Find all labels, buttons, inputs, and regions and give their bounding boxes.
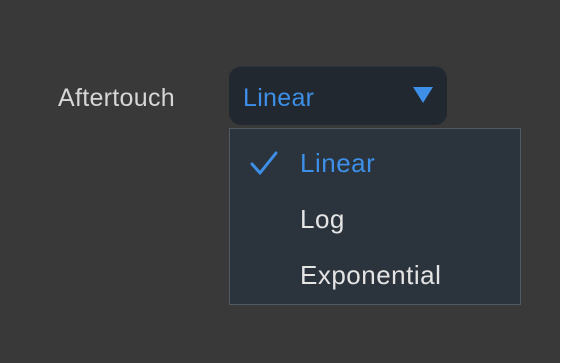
aftertouch-select-value: Linear xyxy=(243,84,315,112)
menu-item-label: Log xyxy=(300,204,345,234)
menu-item-label: Exponential xyxy=(300,260,442,290)
aftertouch-select[interactable]: Linear xyxy=(229,66,447,125)
menu-item-linear[interactable]: Linear xyxy=(230,137,520,187)
menu-item-label: Linear xyxy=(300,148,376,178)
aftertouch-settings-panel: Aftertouch Linear Linear Log Exponential xyxy=(0,0,560,363)
window-edge xyxy=(560,0,564,363)
menu-item-log[interactable]: Log xyxy=(230,193,520,243)
aftertouch-label: Aftertouch xyxy=(58,84,175,112)
aftertouch-dropdown-menu: Linear Log Exponential xyxy=(229,128,521,305)
caret-down-icon xyxy=(413,87,433,103)
checkmark-icon xyxy=(250,151,278,175)
menu-item-exponential[interactable]: Exponential xyxy=(230,249,520,299)
